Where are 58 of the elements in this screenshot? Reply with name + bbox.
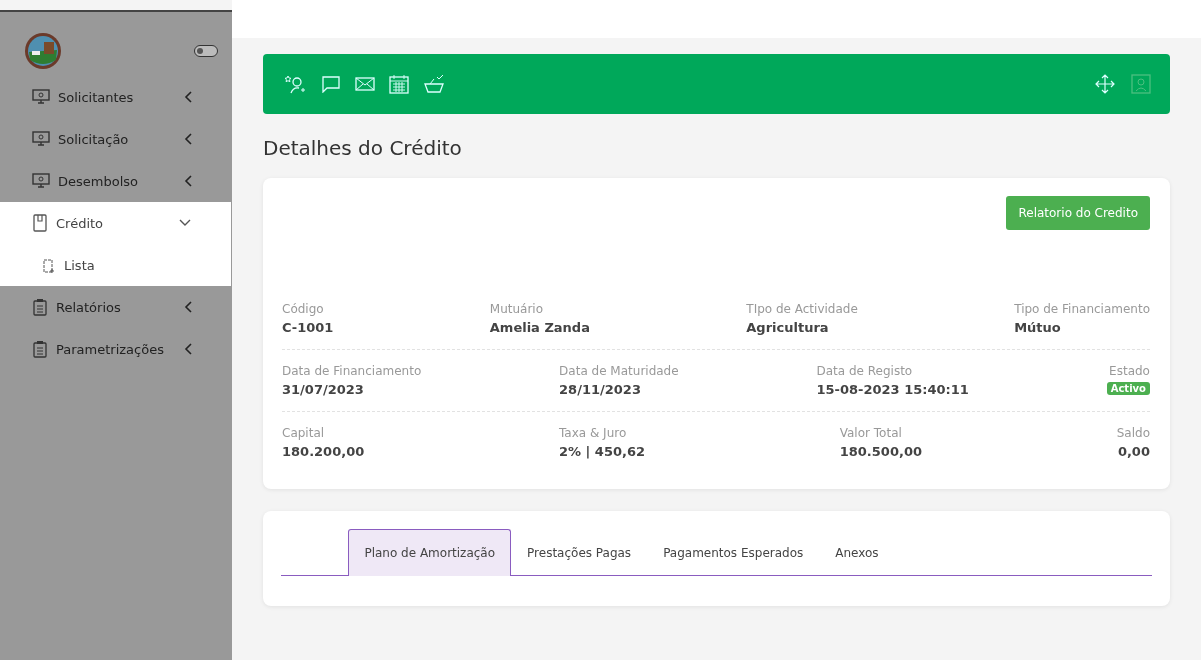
sidebar-subitem[interactable]: Lista bbox=[0, 244, 231, 286]
field-value: Mútuo bbox=[1014, 320, 1061, 335]
sidebar-item-label: Solicitantes bbox=[58, 89, 135, 105]
book-icon bbox=[32, 214, 48, 232]
monitor-icon bbox=[32, 89, 50, 105]
field-label: Data de Registo bbox=[816, 364, 914, 378]
field-value: 180.500,00 bbox=[839, 444, 922, 459]
field-label: Data de Financiamento bbox=[282, 364, 422, 378]
field-value: 28/11/2023 bbox=[559, 382, 642, 397]
field-label: Mutuário bbox=[489, 302, 544, 316]
tab[interactable]: Plano de Amortização bbox=[348, 529, 512, 576]
field-label: TIpo de Actividade bbox=[746, 302, 858, 316]
tab[interactable]: Prestações Pagas bbox=[511, 529, 648, 576]
toggle-switch[interactable] bbox=[194, 45, 218, 57]
basket-icon[interactable] bbox=[423, 74, 445, 94]
sidebar-item-label: Crédito bbox=[56, 215, 105, 231]
tab[interactable]: Anexos bbox=[819, 529, 895, 576]
field-label: Saldo bbox=[1116, 426, 1150, 440]
field-label: Valor Total bbox=[839, 426, 903, 440]
field-value: 0,00 bbox=[1117, 444, 1150, 459]
field-label: Taxa & Juro bbox=[558, 426, 628, 440]
sidebar-item[interactable]: Crédito bbox=[0, 202, 231, 244]
sidebar-item-label: Solicitação bbox=[58, 131, 130, 147]
page-title: Detalhes do Crédito bbox=[263, 136, 463, 160]
field-label: Código bbox=[282, 302, 325, 316]
sidebar-subitem-label: Lista bbox=[64, 257, 96, 273]
sidebar-item[interactable]: Parametrizações bbox=[0, 328, 232, 370]
document-icon bbox=[42, 257, 56, 273]
field-value: C-1001 bbox=[282, 320, 334, 335]
move-icon[interactable] bbox=[1094, 73, 1116, 95]
clipboard-icon bbox=[32, 298, 48, 316]
field-label: Capital bbox=[282, 426, 326, 440]
sidebar-item[interactable]: Relatórios bbox=[0, 286, 232, 328]
calendar-icon[interactable] bbox=[389, 74, 409, 94]
monitor-icon bbox=[32, 173, 50, 189]
monitor-icon bbox=[32, 131, 50, 147]
tab[interactable]: Pagamentos Esperados bbox=[647, 529, 820, 576]
field-value: Agricultura bbox=[746, 320, 830, 335]
sidebar-item[interactable]: Solicitantes bbox=[0, 76, 232, 118]
field-value: 2% | 450,62 bbox=[558, 444, 645, 459]
field-label: Data de Maturidade bbox=[559, 364, 679, 378]
field-label: Estado bbox=[1109, 364, 1150, 378]
chat-icon[interactable] bbox=[321, 75, 341, 93]
clipboard-icon bbox=[32, 340, 48, 358]
field-value: 180.200,00 bbox=[282, 444, 365, 459]
sidebar-item[interactable]: Solicitação bbox=[0, 118, 232, 160]
status-badge: Activo bbox=[1106, 382, 1150, 395]
sidebar-item-label: Desembolso bbox=[58, 173, 139, 189]
sidebar-item[interactable]: Desembolso bbox=[0, 160, 232, 202]
field-label: Tipo de Financiamento bbox=[1014, 302, 1150, 316]
field-value: 15-08-2023 15:40:11 bbox=[816, 382, 969, 397]
field-value: Amelia Zanda bbox=[489, 320, 590, 335]
mail-icon[interactable] bbox=[355, 76, 375, 92]
sidebar-item-label: Relatórios bbox=[56, 299, 122, 315]
field-value: 31/07/2023 bbox=[282, 382, 365, 397]
user-star-icon[interactable] bbox=[285, 74, 307, 94]
sidebar-item-label: Parametrizações bbox=[56, 341, 165, 357]
logo-icon bbox=[24, 32, 62, 70]
